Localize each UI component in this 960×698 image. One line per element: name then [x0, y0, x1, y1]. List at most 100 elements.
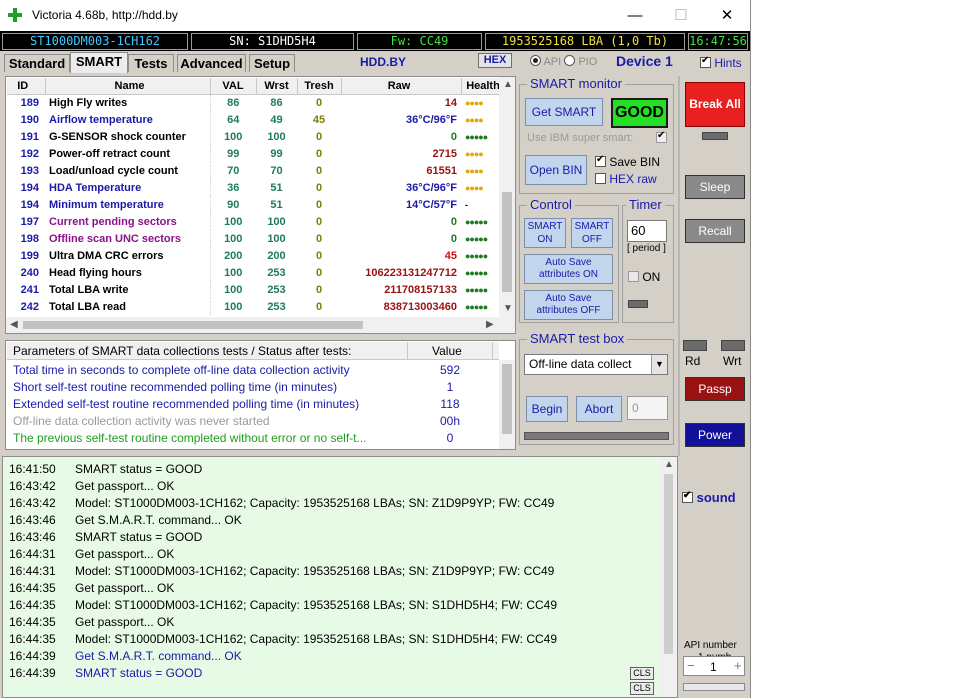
- table-row[interactable]: 194 HDA Temperature 36 51 0 36°C/96°F ●●●●: [7, 179, 501, 196]
- cls-button[interactable]: CLS: [630, 667, 654, 680]
- scroll-down-icon[interactable]: ▼: [503, 303, 513, 314]
- attr-health: ●●●●●: [465, 267, 488, 278]
- pio-radio[interactable]: [564, 55, 576, 66]
- params-divider: [407, 342, 408, 360]
- table-row[interactable]: 189 High Fly writes 86 86 0 14 ●●●●: [7, 94, 501, 111]
- attr-threshold: 0: [315, 283, 323, 296]
- tab-tests[interactable]: Tests: [128, 54, 174, 72]
- drive-lba: 1953525168 LBA (1,0 Tb): [485, 33, 685, 50]
- timer-period-input[interactable]: 60: [627, 220, 667, 242]
- table-row[interactable]: 194 Minimum temperature 90 51 0 14°C/57°F -: [7, 196, 501, 213]
- tab-setup[interactable]: Setup: [249, 54, 295, 72]
- log-scroll-thumb[interactable]: [664, 474, 673, 654]
- test-type-select[interactable]: Off-line data collect ▼: [524, 354, 668, 375]
- sound-check-icon[interactable]: [682, 490, 693, 503]
- autosave-on-button[interactable]: Auto Save attributes ON: [524, 254, 613, 284]
- table-row[interactable]: 193 Load/unload cycle count 70 70 0 61551 ●●●●: [7, 162, 501, 179]
- scroll-up-icon[interactable]: ▲: [503, 79, 513, 90]
- param-value: 0: [446, 431, 454, 445]
- cls-button-2[interactable]: CLS: [630, 682, 654, 695]
- save-bin-check-icon[interactable]: [595, 154, 606, 167]
- attr-health: ●●●●●: [465, 301, 488, 312]
- col-name[interactable]: Name: [45, 78, 211, 95]
- hex-raw-check-icon[interactable]: [595, 173, 606, 184]
- api-number-bar: [683, 683, 745, 691]
- sound-checkbox[interactable]: sound: [682, 490, 736, 505]
- col-health[interactable]: Health: [461, 78, 502, 95]
- device-label: Device 1: [616, 53, 673, 69]
- scroll-thumb[interactable]: [502, 192, 512, 292]
- table-row[interactable]: 242 Total LBA read 100 253 0 838713003460 ●●●●…: [7, 298, 501, 315]
- log-scroll-up-icon[interactable]: ▲: [664, 459, 674, 470]
- stepper-value: 1: [710, 660, 717, 674]
- save-bin-checkbox[interactable]: Save BIN: [595, 154, 660, 169]
- params-scrollbar[interactable]: [499, 360, 515, 449]
- attr-raw: 838713003460: [383, 300, 457, 313]
- attr-raw: 14°C/57°F: [406, 198, 457, 211]
- table-row[interactable]: 191 G-SENSOR shock counter 100 100 0 0 ●●●●●: [7, 128, 501, 145]
- tab-advanced[interactable]: Advanced: [177, 54, 246, 72]
- smart-vertical-scrollbar[interactable]: ▲ ▼: [499, 77, 515, 333]
- hdd-by-link[interactable]: HDD.BY: [360, 55, 406, 69]
- col-wrst[interactable]: Wrst: [256, 78, 298, 95]
- table-row[interactable]: 241 Total LBA write 100 253 0 211708157133 ●●●…: [7, 281, 501, 298]
- close-button[interactable]: ✕: [704, 0, 750, 31]
- recall-button[interactable]: Recall: [685, 219, 745, 243]
- table-row[interactable]: 198 Offline scan UNC sectors 100 100 0 0 ●●●●●: [7, 230, 501, 247]
- ibm-super-smart-checkbox[interactable]: [656, 130, 667, 143]
- hscroll-thumb[interactable]: [23, 321, 363, 329]
- open-bin-button[interactable]: Open BIN: [525, 155, 587, 185]
- log-message: Get passport... OK: [75, 581, 175, 595]
- log-line: 16:43:46 Get S.M.A.R.T. command... OK: [9, 512, 242, 529]
- tab-standard[interactable]: Standard: [4, 54, 70, 72]
- scroll-right-icon[interactable]: ▶: [486, 319, 494, 330]
- timer-on-checkbox[interactable]: ON: [628, 270, 660, 284]
- smart-horizontal-scrollbar[interactable]: ◀ ▶: [6, 317, 501, 333]
- log-line: 16:44:39 Get S.M.A.R.T. command... OK: [9, 648, 242, 665]
- log-line: 16:43:42 Model: ST1000DM003-1CH162; Capac…: [9, 495, 554, 512]
- begin-button[interactable]: Begin: [526, 396, 568, 422]
- stepper-minus-icon[interactable]: −: [687, 658, 695, 673]
- maximize-button[interactable]: ☐: [658, 0, 704, 31]
- abort-button[interactable]: Abort: [576, 396, 622, 422]
- col-id[interactable]: ID: [7, 78, 46, 95]
- attr-worst: 200: [267, 249, 286, 262]
- col-tresh[interactable]: Tresh: [297, 78, 342, 95]
- table-row[interactable]: 240 Head flying hours 100 253 0 1062231312477…: [7, 264, 501, 281]
- col-raw[interactable]: Raw: [341, 78, 462, 95]
- power-button[interactable]: Power: [685, 423, 745, 447]
- log-scrollbar[interactable]: ▲: [660, 457, 677, 697]
- attr-raw: 61551: [426, 164, 457, 177]
- chevron-down-icon[interactable]: ▼: [651, 355, 667, 374]
- hex-button[interactable]: HEX: [478, 53, 512, 68]
- params-scroll-thumb[interactable]: [502, 364, 512, 434]
- log-message: Get passport... OK: [75, 615, 175, 629]
- table-row[interactable]: 192 Power-off retract count 99 99 0 2715 ●●●●: [7, 145, 501, 162]
- timer-on-check-icon[interactable]: [628, 271, 639, 282]
- table-row[interactable]: 190 Airflow temperature 64 49 45 36°C/96°F ●●●…: [7, 111, 501, 128]
- minimize-button[interactable]: —: [612, 0, 658, 31]
- passp-button[interactable]: Passp: [685, 377, 745, 401]
- break-all-button[interactable]: Break All: [685, 82, 745, 127]
- break-indicator: [702, 132, 728, 140]
- attr-id: 190: [20, 113, 39, 126]
- hints-checkbox[interactable]: Hints: [700, 55, 742, 70]
- col-val[interactable]: VAL: [210, 78, 257, 95]
- api-pio-radio[interactable]: API PIO: [530, 55, 597, 68]
- tab-smart[interactable]: SMART: [70, 52, 128, 73]
- table-row[interactable]: 197 Current pending sectors 100 100 0 0 ●●●●●: [7, 213, 501, 230]
- api-number-stepper[interactable]: − 1 +: [683, 656, 745, 676]
- hints-check-icon[interactable]: [700, 55, 711, 68]
- api-radio[interactable]: [530, 55, 541, 66]
- attr-threshold: 0: [315, 249, 323, 262]
- scroll-left-icon[interactable]: ◀: [10, 319, 18, 330]
- autosave-off-button[interactable]: Auto Save attributes OFF: [524, 290, 613, 320]
- hex-raw-checkbox[interactable]: HEX raw: [595, 172, 657, 186]
- param-label: Total time in seconds to complete off-li…: [13, 363, 350, 377]
- smart-on-button[interactable]: SMART ON: [524, 218, 566, 248]
- get-smart-button[interactable]: Get SMART: [525, 98, 603, 126]
- smart-off-button[interactable]: SMART OFF: [571, 218, 613, 248]
- sleep-button[interactable]: Sleep: [685, 175, 745, 199]
- stepper-plus-icon[interactable]: +: [734, 658, 742, 673]
- table-row[interactable]: 199 Ultra DMA CRC errors 200 200 0 45 ●●●●●: [7, 247, 501, 264]
